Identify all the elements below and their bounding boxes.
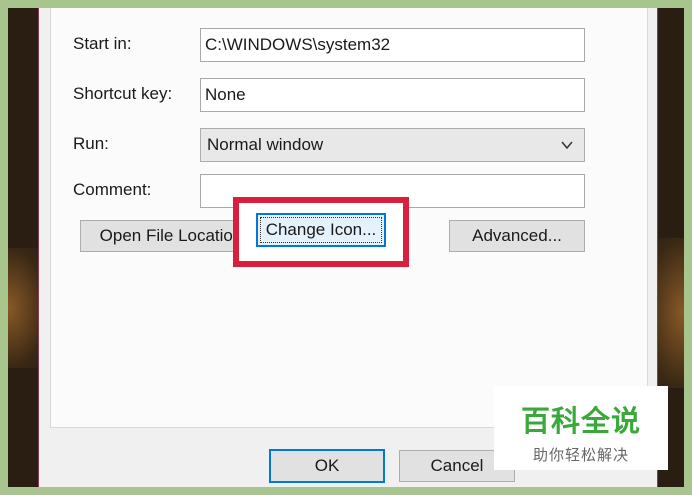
run-label: Run: bbox=[73, 134, 109, 153]
watermark-subtitle: 助你轻松解决 bbox=[532, 446, 629, 464]
comment-label: Comment: bbox=[73, 180, 152, 199]
run-select[interactable]: Normal window bbox=[200, 128, 585, 162]
chevron-down-icon bbox=[561, 141, 573, 150]
watermark-logo: 百科全说 助你轻松解决 bbox=[494, 386, 668, 470]
change-icon-highlight: Change Icon... bbox=[233, 197, 409, 267]
shortcut-key-field[interactable]: None bbox=[200, 78, 585, 112]
advanced-button[interactable]: Advanced... bbox=[449, 220, 585, 252]
change-icon-button[interactable]: Change Icon... bbox=[256, 213, 386, 247]
watermark-title: 百科全说 bbox=[520, 404, 641, 438]
start-in-label: Start in: bbox=[73, 34, 132, 53]
ok-button[interactable]: OK bbox=[269, 449, 385, 483]
start-in-field[interactable]: C:\WINDOWS\system32 bbox=[200, 28, 585, 62]
run-select-value: Normal window bbox=[207, 135, 324, 154]
shortcut-key-label: Shortcut key: bbox=[73, 84, 173, 103]
